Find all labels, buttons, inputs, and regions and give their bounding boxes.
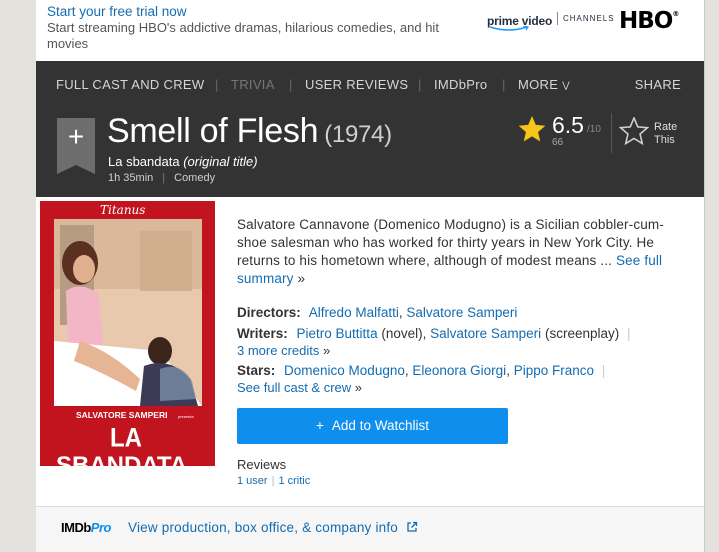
title-meta: 1h 35min | Comedy [108,172,215,184]
poster-presents: presenta [178,414,194,419]
meta-separator: | [162,172,166,184]
page-title: Smell of Flesh (1974) [107,112,392,151]
nav-separator: | [289,77,293,92]
rate-this-button[interactable]: Rate This [654,121,694,147]
star-outline-icon[interactable] [619,117,649,145]
writers-label: Writers: [237,326,288,341]
director-link[interactable]: Salvatore Samperi [406,305,517,320]
promo-banner: Start your free trial now Start streamin… [36,0,704,61]
registered-icon: ® [672,10,679,18]
poster-image[interactable]: Titanus SALVATORE SAMPERI presenta LA SB… [40,201,215,466]
more-credits-link[interactable]: 3 more credits [237,343,319,358]
rating-count[interactable]: 66 [552,137,563,148]
nav-separator: | [418,77,422,92]
hbo-text: HBO [619,8,673,34]
plot-summary: Salvatore Cannavone (Domenico Modugno) i… [237,216,677,288]
promo-text: Start streaming HBO's addictive dramas, … [47,20,439,51]
full-cast-row: See full cast & crew » [237,380,362,395]
external-link-icon [407,521,418,532]
plus-icon: + [67,121,85,152]
rating-max: /10 [587,124,601,135]
stars-row: Stars: Domenico Modugno, Eleonora Giorgi… [237,363,606,378]
stars-label: Stars: [237,363,276,378]
writers-row: Writers: Pietro Buttitta (novel), Salvat… [237,326,635,341]
imdbpro-bar: IMDbPro View production, box office, & c… [36,507,704,552]
page: Start your free trial now Start streamin… [36,0,704,552]
nav-separator: | [502,77,506,92]
directors-label: Directors: [237,305,301,320]
movie-title: Smell of Flesh [107,112,319,150]
poster-art: Titanus SALVATORE SAMPERI presenta LA SB… [40,201,215,466]
raquo-icon: » [297,271,306,286]
writer-link[interactable]: Salvatore Samperi [430,326,541,341]
page-edge [704,0,719,552]
original-title-name: La sbandata [108,154,180,169]
hbo-logo[interactable]: HBO® [619,8,679,34]
credit-separator: | [627,326,631,341]
raquo-icon: » [323,343,331,358]
prime-smile-icon [489,26,529,31]
reviews-separator: | [271,475,275,487]
star-link[interactable]: Eleonora Giorgi [412,363,506,378]
critic-reviews-link[interactable]: 1 critic [278,475,310,487]
rating-divider [611,113,612,153]
reviews-heading: Reviews [237,457,287,472]
prime-video-channels-logo[interactable]: prime video CHANNELS [487,12,614,31]
poster-title-line2: SBANDATA [56,452,187,466]
release-year[interactable]: (1974) [324,121,392,148]
watchlist-ribbon[interactable]: + [57,118,95,174]
channels-text: CHANNELS [563,14,615,23]
free-trial-link[interactable]: Start your free trial now [47,4,187,19]
add-to-watchlist-button[interactable]: + Add to Watchlist [237,408,508,444]
directors-row: Directors: Alfredo Malfatti, Salvatore S… [237,305,518,320]
raquo-icon: » [354,380,363,395]
more-credits-row: 3 more credits » [237,343,330,358]
chevron-down-icon: ⋁ [562,80,570,90]
original-title: La sbandata (original title) [108,154,258,169]
genre-link[interactable]: Comedy [174,172,215,184]
reviews-links: 1 user | 1 critic [237,475,310,487]
poster-studio: Titanus [100,203,145,217]
imdbpro-logo[interactable]: IMDbPro [61,520,111,535]
imdbpro-logo-pro: Pro [90,520,112,535]
share-button[interactable]: SHARE [635,77,681,92]
star-icon [518,115,546,142]
nav-more[interactable]: MORE ⋁ [518,77,570,92]
nav-imdbpro[interactable]: IMDbPro [434,77,487,92]
summary-text: Salvatore Cannavone (Domenico Modugno) i… [237,217,664,268]
user-reviews-link[interactable]: 1 user [237,475,268,487]
poster-director: SALVATORE SAMPERI [76,410,167,420]
nav-separator: | [215,77,219,92]
nav-full-cast-and-crew[interactable]: FULL CAST AND CREW [56,77,204,92]
star-link[interactable]: Domenico Modugno [284,363,405,378]
nav-more-label: MORE [518,77,559,92]
add-to-watchlist-label: Add to Watchlist [331,418,429,433]
runtime: 1h 35min [108,172,154,184]
nav-user-reviews[interactable]: USER REVIEWS [305,77,408,92]
poster-title-line1: LA [110,423,142,452]
channels-divider [557,12,558,25]
writer-role: (screenplay) [544,326,620,341]
writer-link[interactable]: Pietro Buttitta [297,326,378,341]
credit-separator: | [601,363,606,378]
rating-value: 6.5 [552,112,584,138]
original-title-label: (original title) [183,154,258,169]
imdbpro-logo-imdb: IMDb [61,520,91,535]
star-link[interactable]: Pippo Franco [514,363,594,378]
imdbpro-link-label: View production, box office, & company i… [128,520,399,535]
imdbpro-company-info-link[interactable]: View production, box office, & company i… [128,520,418,535]
plus-icon: + [316,418,324,433]
full-cast-link[interactable]: See full cast & crew [237,380,351,395]
title-block: FULL CAST AND CREW | TRIVIA | USER REVIE… [36,61,704,197]
nav-trivia[interactable]: TRIVIA [231,77,275,92]
writer-role: (novel), [381,326,427,341]
director-link[interactable]: Alfredo Malfatti [309,305,399,320]
subnav: FULL CAST AND CREW | TRIVIA | USER REVIE… [36,61,704,107]
